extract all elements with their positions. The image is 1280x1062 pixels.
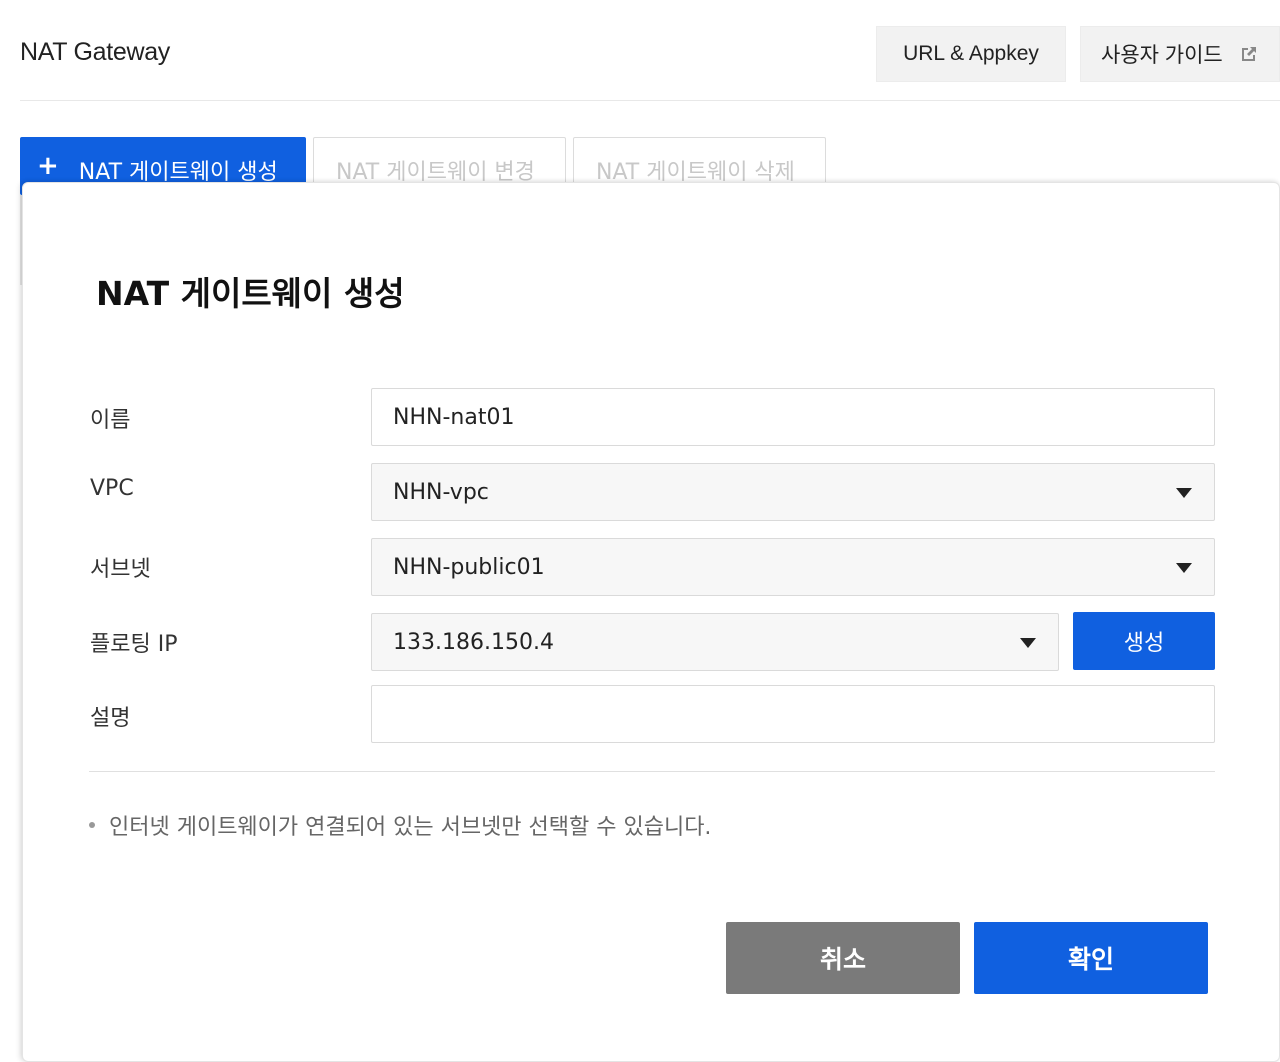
floating-ip-select[interactable]: 133.186.150.4 (371, 613, 1059, 671)
user-guide-button[interactable]: 사용자 가이드 (1080, 26, 1280, 82)
plus-icon: + (37, 151, 59, 181)
cancel-button[interactable]: 취소 (726, 922, 960, 994)
confirm-label: 확인 (1067, 945, 1114, 974)
url-appkey-button[interactable]: URL & Appkey (876, 26, 1066, 82)
vpc-value: NHN-vpc (393, 479, 489, 505)
vpc-select[interactable]: NHN-vpc (371, 463, 1215, 521)
form-divider (89, 771, 1215, 772)
description-label: 설명 (90, 706, 131, 731)
subnet-label: 서브넷 (90, 557, 151, 582)
create-nat-gateway-modal: NAT 게이트웨이 생성 이름 NHN-nat01 VPC NHN-vpc 서브… (22, 182, 1280, 1062)
modal-title: NAT 게이트웨이 생성 (96, 274, 405, 313)
chevron-down-icon (1020, 638, 1036, 648)
create-floating-ip-label: 생성 (1123, 631, 1165, 656)
url-appkey-label: URL & Appkey (903, 42, 1039, 65)
external-link-icon (1239, 44, 1259, 64)
confirm-button[interactable]: 확인 (974, 922, 1208, 994)
floating-ip-label: 플로팅 IP (90, 632, 178, 657)
subnet-value: NHN-public01 (393, 554, 545, 580)
subnet-note: 인터넷 게이트웨이가 연결되어 있는 서브넷만 선택할 수 있습니다. (89, 809, 711, 841)
header-divider (20, 100, 1280, 101)
create-floating-ip-button[interactable]: 생성 (1073, 612, 1215, 670)
vpc-label: VPC (90, 476, 134, 501)
user-guide-label: 사용자 가이드 (1101, 44, 1223, 67)
chevron-down-icon (1176, 488, 1192, 498)
subnet-select[interactable]: NHN-public01 (371, 538, 1215, 596)
name-label: 이름 (90, 408, 131, 433)
cancel-label: 취소 (819, 945, 866, 974)
page-title: NAT Gateway (20, 38, 170, 66)
bullet-icon (89, 822, 95, 828)
floating-ip-value: 133.186.150.4 (393, 629, 554, 655)
chevron-down-icon (1176, 563, 1192, 573)
name-value: NHN-nat01 (393, 404, 515, 430)
description-input[interactable] (371, 685, 1215, 743)
subnet-note-text: 인터넷 게이트웨이가 연결되어 있는 서브넷만 선택할 수 있습니다. (109, 815, 712, 840)
name-input[interactable]: NHN-nat01 (371, 388, 1215, 446)
